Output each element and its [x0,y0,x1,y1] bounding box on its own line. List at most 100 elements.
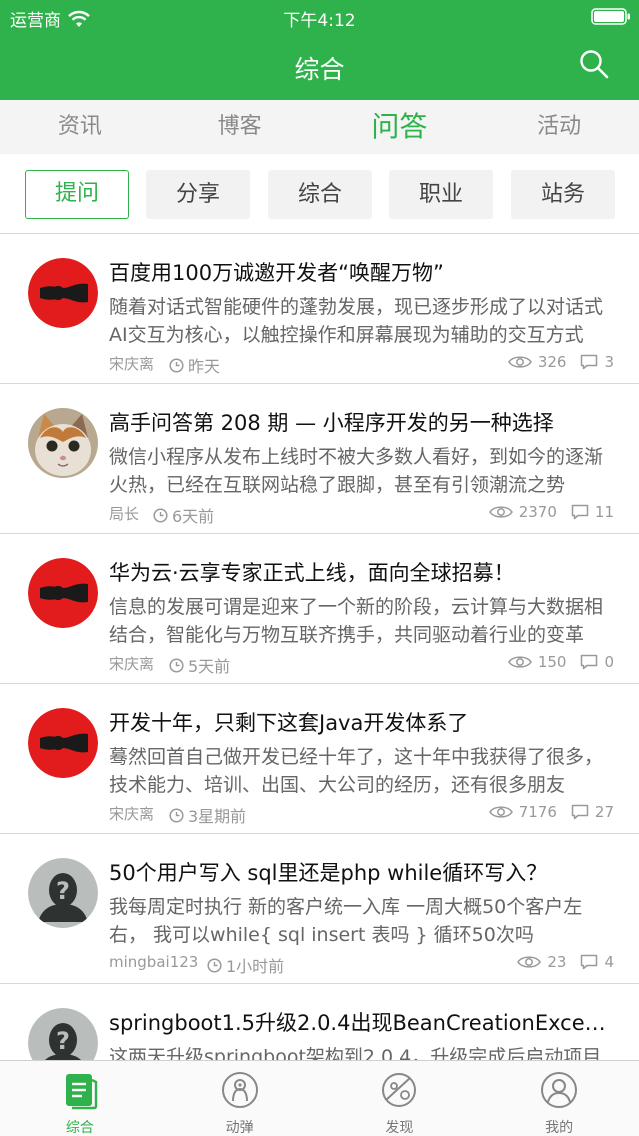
bottom-tab-label: 我的 [545,1120,574,1136]
post-time: 昨天 [169,353,220,377]
avatar[interactable] [28,258,98,328]
list-item[interactable]: ? springboot1.5升级2.0.4出现BeanCreationExce… [0,984,639,1060]
post-time: 6天前 [153,503,214,527]
item-desc: 蓦然回首自己做开发已经十年了，这十年中我获得了很多，技术能力、培训、出国、大公司… [109,746,604,796]
comment-icon [571,504,589,520]
eye-icon [488,806,513,818]
bottom-tab-me[interactable]: 我的 [479,1061,639,1136]
tab-events[interactable]: 活动 [479,100,639,154]
svg-text:?: ? [56,877,70,905]
comment-count: 11 [594,503,614,521]
bottom-tab-general[interactable]: 综合 [0,1061,160,1136]
comment-icon [581,654,598,670]
author-name[interactable]: 宋庆离 [109,803,154,824]
chip-general[interactable]: 综合 [268,170,372,219]
clock-icon [207,957,222,973]
item-desc: 随着对话式智能硬件的蓬勃发展，现已逐步形成了以对话式AI交互为核心，以触控操作和… [109,296,604,346]
list-item[interactable]: 华为云·云享专家正式上线，面向全球招募！ 信息的发展可谓是迎来了一个新的阶段，云… [0,534,639,684]
avatar[interactable]: ? [28,858,98,928]
battery-icon [591,8,630,25]
item-title: 百度用100万诚邀开发者“唤醒万物” [109,261,444,285]
comment-icon [581,354,598,370]
clock-icon [153,507,168,523]
status-time: 下午4:12 [283,11,356,31]
item-desc: 我每周定时执行 新的客户统一入库 一周大概50个客户左右， 我可以while{ … [109,896,583,946]
post-time: 5天前 [169,653,230,677]
item-stats: 150 0 [507,653,614,671]
category-tabs: 资讯 博客 问答 活动 [0,100,639,154]
list-item[interactable]: 高手问答第 208 期 — 小程序开发的另一种选择 微信小程序从发布上线时不被大… [0,384,639,534]
author-name[interactable]: 宋庆离 [109,353,154,374]
item-title: 50个用户写入 sql里还是php while循环写入？ [109,861,548,885]
status-bar: 运营商 下午4:12 [0,0,639,34]
comment-icon [581,954,598,970]
item-title: springboot1.5升级2.0.4出现BeanCreationExcept… [109,1011,614,1035]
item-meta: 宋庆离 昨天 326 3 [109,353,614,377]
chip-ask[interactable]: 提问 [25,170,129,219]
post-time: 1小时前 [207,953,284,977]
list-item[interactable]: 开发十年，只剩下这套Java开发体系了 蓦然回首自己做开发已经十年了，这十年中我… [0,684,639,834]
time-text: 1小时前 [226,957,285,976]
time-text: 6天前 [172,507,215,526]
chip-share[interactable]: 分享 [146,170,250,219]
author-name[interactable]: mingbai123 [109,953,198,971]
comment-count: 3 [604,353,614,371]
view-count: 150 [537,653,567,671]
view-count: 23 [547,953,567,971]
author-name[interactable]: 局长 [109,503,139,524]
svg-text:?: ? [56,1027,70,1055]
tab-qa[interactable]: 问答 [320,100,480,154]
item-meta: 局长 6天前 2370 11 [109,503,614,527]
tab-blog[interactable]: 博客 [160,100,320,154]
item-desc: 信息的发展可谓是迎来了一个新的阶段，云计算与大数据相结合，智能化与万物互联齐携手… [109,596,604,646]
bottom-tab-bar: 综合 动弹 发现 我的 [0,1060,639,1136]
red-logo-avatar [28,708,98,778]
chip-site[interactable]: 站务 [511,170,615,219]
avatar[interactable] [28,408,98,478]
filter-chips: 提问 分享 综合 职业 站务 [0,154,639,234]
comment-icon [571,804,589,820]
time-text: 5天前 [188,657,231,676]
document-icon [65,1074,98,1110]
clock-icon [169,807,184,823]
tab-news[interactable]: 资讯 [0,100,160,154]
chip-career[interactable]: 职业 [389,170,493,219]
bottom-tab-discover[interactable]: 发现 [320,1061,480,1136]
clock-icon [169,657,184,673]
bottom-tab-label: 发现 [385,1120,414,1136]
time-text: 3星期前 [188,807,247,826]
default-avatar: ? [28,1008,98,1060]
item-desc: 这两天升级springboot架构到2.0.4，升级完成后启动项目报错 [109,1046,602,1060]
clock-icon [169,357,184,373]
list-item[interactable]: ? 50个用户写入 sql里还是php while循环写入？ 我每周定时执行 新… [0,834,639,984]
app-header: 运营商 下午4:12 综合 [0,0,639,100]
comment-count: 4 [604,953,614,971]
item-stats: 23 4 [517,953,614,971]
item-meta: 宋庆离 5天前 150 0 [109,653,614,677]
author-name[interactable]: 宋庆离 [109,653,154,674]
page-title: 综合 [294,55,345,84]
eye-icon [507,356,532,368]
bottom-tab-tweet[interactable]: 动弹 [160,1061,320,1136]
user-icon [541,1072,578,1108]
avatar[interactable]: ? [28,1008,98,1060]
item-stats: 326 3 [507,353,614,371]
avatar[interactable] [28,708,98,778]
post-time: 3星期前 [169,803,246,827]
time-text: 昨天 [188,357,221,376]
comment-count: 0 [604,653,614,671]
view-count: 326 [537,353,567,371]
item-desc: 微信小程序从发布上线时不被大多数人看好，到如今的逐渐火热，已经在互联网站稳了跟脚… [109,446,604,496]
eye-icon [507,656,532,668]
item-meta: mingbai123 1小时前 23 4 [109,953,614,977]
red-logo-avatar [28,558,98,628]
cat-photo-avatar [28,408,98,478]
list-item[interactable]: 百度用100万诚邀开发者“唤醒万物” 随着对话式智能硬件的蓬勃发展，现已逐步形成… [0,234,639,384]
default-avatar: ? [28,858,98,928]
view-count: 2370 [518,503,557,521]
item-meta: 宋庆离 3星期前 7176 27 [109,803,614,827]
eye-icon [488,506,513,518]
search-icon[interactable] [579,49,609,79]
tweet-icon [221,1072,258,1108]
avatar[interactable] [28,558,98,628]
